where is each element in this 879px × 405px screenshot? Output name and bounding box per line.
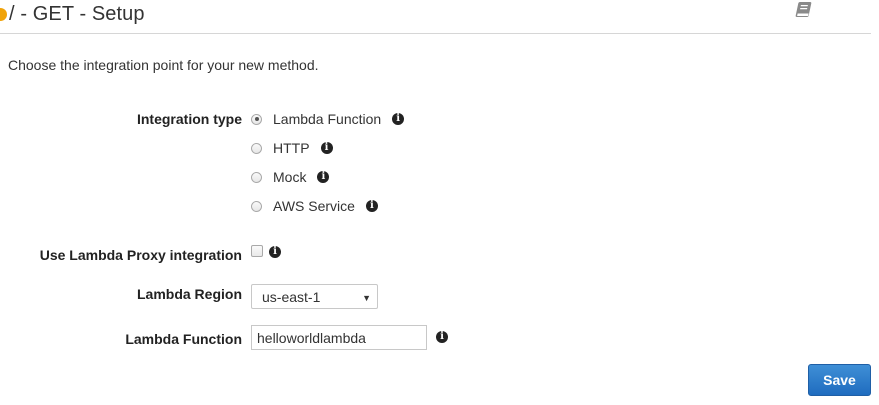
radio-label-mock[interactable]: Mock	[273, 169, 306, 185]
lambda-region-select[interactable]: us-east-1 ▼	[251, 284, 378, 309]
lambda-region-value: us-east-1	[262, 289, 321, 305]
integration-type-label: Integration type	[136, 111, 242, 127]
method-setup-page: / - GET - Setup Choose the integration p…	[0, 0, 879, 405]
lambda-proxy-checkbox[interactable]	[251, 245, 263, 257]
lambda-proxy-label: Use Lambda Proxy integration	[39, 247, 242, 263]
lambda-function-input[interactable]	[251, 325, 427, 350]
documentation-book-icon[interactable]	[793, 0, 815, 20]
radio-label-aws-service[interactable]: AWS Service	[273, 198, 355, 214]
info-icon[interactable]: i	[365, 200, 378, 212]
info-icon[interactable]: i	[269, 246, 281, 258]
radio-lambda-function[interactable]	[251, 113, 262, 125]
radio-option-http[interactable]: HTTP i	[251, 139, 333, 157]
lambda-region-label: Lambda Region	[136, 286, 242, 302]
info-icon[interactable]: i	[320, 142, 333, 154]
radio-option-aws-service[interactable]: AWS Service i	[251, 197, 378, 215]
info-icon[interactable]: i	[317, 171, 330, 183]
page-header: / - GET - Setup	[0, 0, 871, 34]
radio-http[interactable]	[251, 142, 262, 154]
radio-label-http[interactable]: HTTP	[273, 140, 310, 156]
dropdown-arrow-icon: ▼	[362, 293, 371, 303]
status-dot-icon	[0, 8, 7, 21]
radio-aws-service[interactable]	[251, 200, 262, 212]
radio-mock[interactable]	[251, 171, 262, 183]
save-button[interactable]: Save	[808, 364, 871, 396]
radio-label-lambda-function[interactable]: Lambda Function	[273, 111, 381, 127]
page-title: / - GET - Setup	[9, 3, 145, 25]
radio-option-lambda-function[interactable]: Lambda Function i	[251, 110, 405, 128]
info-icon[interactable]: i	[392, 113, 405, 125]
info-icon[interactable]: i	[436, 331, 448, 343]
lambda-function-label: Lambda Function	[125, 331, 242, 347]
setup-instructions: Choose the integration point for your ne…	[8, 57, 319, 73]
radio-option-mock[interactable]: Mock i	[251, 168, 330, 186]
